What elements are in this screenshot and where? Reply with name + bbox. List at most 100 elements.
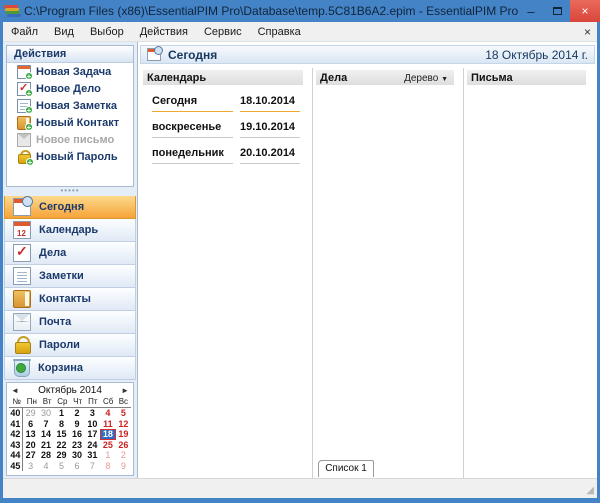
- next-month-icon[interactable]: ►: [117, 386, 129, 395]
- todo-list-tab[interactable]: Список 1: [318, 460, 374, 477]
- minimize-button[interactable]: –: [518, 0, 544, 22]
- close-button[interactable]: ×: [570, 0, 600, 22]
- mail-icon: [13, 313, 31, 331]
- nav-item[interactable]: Контакты: [4, 288, 136, 311]
- title-bar[interactable]: C:\Program Files (x86)\EssentialPIM Pro\…: [0, 0, 600, 22]
- calendar-entry-row[interactable]: Сегодня 18.10.2014: [152, 95, 300, 112]
- calendar-column-title: Календарь: [147, 72, 206, 84]
- day-header: Вт: [40, 397, 55, 407]
- sidebar-splitter[interactable]: •••••: [3, 188, 137, 196]
- calendar-day-cell[interactable]: 14: [38, 429, 53, 440]
- resize-grip-icon[interactable]: ◢: [586, 485, 594, 496]
- nav-item[interactable]: Корзина: [4, 357, 136, 380]
- calendar-day-cell[interactable]: 29: [54, 450, 69, 461]
- calendar-day-cell[interactable]: 25: [100, 440, 115, 451]
- action-item[interactable]: + Новая Задача: [7, 63, 133, 80]
- calendar-entry-label: воскресенье: [152, 121, 233, 138]
- calendar-day-cell[interactable]: 30: [69, 450, 84, 461]
- new-note-icon: +: [17, 99, 31, 113]
- nav-item[interactable]: Почта: [4, 311, 136, 334]
- calendar-day-cell[interactable]: 7: [85, 461, 100, 472]
- calendar-day-cell[interactable]: 8: [100, 461, 115, 472]
- action-item[interactable]: + Новое Дело: [7, 80, 133, 97]
- action-item[interactable]: + Новое письмо: [7, 131, 133, 148]
- action-item[interactable]: + Новый Контакт: [7, 114, 133, 131]
- calendar-day-cell[interactable]: 1: [100, 450, 115, 461]
- menu-item[interactable]: Справка: [250, 23, 309, 41]
- calendar-icon: [13, 221, 31, 239]
- calendar-day-cell[interactable]: 7: [38, 419, 53, 430]
- menu-close-icon[interactable]: ×: [580, 25, 595, 39]
- view-title: Сегодня: [168, 48, 217, 62]
- calendar-day-cell[interactable]: 22: [54, 440, 69, 451]
- nav-item[interactable]: Сегодня: [4, 196, 136, 219]
- calendar-entry-row[interactable]: понедельник 20.10.2014: [152, 147, 300, 164]
- today-view-header: Сегодня 18 Октябрь 2014 г.: [140, 45, 595, 64]
- calendar-day-cell[interactable]: 12: [116, 419, 131, 430]
- calendar-day-cell[interactable]: 21: [38, 440, 53, 451]
- calendar-day-cell[interactable]: 1: [54, 408, 69, 419]
- calendar-day-cell[interactable]: 30: [38, 408, 53, 419]
- nav-item[interactable]: Пароли: [4, 334, 136, 357]
- todos-view-selector[interactable]: Дерево ▼: [404, 73, 448, 84]
- calendar-day-cell[interactable]: 4: [100, 408, 115, 419]
- calendar-day-cell[interactable]: 6: [69, 461, 84, 472]
- calendar-day-cell[interactable]: 24: [85, 440, 100, 451]
- calendar-day-cell[interactable]: 17: [85, 429, 100, 440]
- menu-item[interactable]: Сервис: [196, 23, 250, 41]
- calendar-day-cell[interactable]: 5: [54, 461, 69, 472]
- calendar-entry-row[interactable]: воскресенье 19.10.2014: [152, 121, 300, 138]
- action-item-label: Новая Заметка: [36, 100, 117, 112]
- day-header: №: [9, 397, 24, 407]
- calendar-week-row: 40 29 30 1 2 3 4 5: [9, 408, 131, 419]
- week-number: 42: [9, 429, 23, 440]
- calendar-day-cell[interactable]: 27: [23, 450, 38, 461]
- menu-item[interactable]: Файл: [3, 23, 46, 41]
- menu-item[interactable]: Действия: [132, 23, 196, 41]
- calendar-day-cell[interactable]: 6: [23, 419, 38, 430]
- calendar-day-cell[interactable]: 9: [116, 461, 131, 472]
- calendar-day-cell[interactable]: 11: [100, 419, 115, 430]
- calendar-day-cell[interactable]: 3: [85, 408, 100, 419]
- module-nav: Сегодня Календарь Дела Заметки: [4, 196, 136, 380]
- calendar-day-cell[interactable]: 26: [116, 440, 131, 451]
- day-header: Пн: [24, 397, 39, 407]
- calendar-day-cell[interactable]: 23: [69, 440, 84, 451]
- calendar-day-cell[interactable]: 3: [23, 461, 38, 472]
- calendar-day-cell[interactable]: 13: [23, 429, 38, 440]
- menu-bar: Файл Вид Выбор Действия Сервис Справка: [3, 22, 597, 42]
- calendar-week-row: 43 20 21 22 23 24 25 26: [9, 440, 131, 451]
- passwords-icon: [13, 336, 31, 354]
- nav-item-label: Заметки: [39, 270, 84, 282]
- prev-month-icon[interactable]: ◄: [11, 386, 23, 395]
- calendar-day-cell[interactable]: 15: [54, 429, 69, 440]
- calendar-day-cell[interactable]: 8: [54, 419, 69, 430]
- calendar-day-cell[interactable]: 18: [100, 429, 115, 440]
- calendar-day-cell[interactable]: 19: [116, 429, 131, 440]
- nav-item[interactable]: Календарь: [4, 219, 136, 242]
- calendar-day-cell[interactable]: 29: [23, 408, 38, 419]
- maximize-button[interactable]: [544, 0, 570, 22]
- nav-item-label: Календарь: [39, 224, 98, 236]
- menu-item[interactable]: Вид: [46, 23, 82, 41]
- calendar-day-cell[interactable]: 28: [38, 450, 53, 461]
- calendar-day-cell[interactable]: 2: [116, 450, 131, 461]
- action-item-label: Новое Дело: [36, 83, 101, 95]
- essentialpim-window: C:\Program Files (x86)\EssentialPIM Pro\…: [0, 0, 600, 503]
- nav-item[interactable]: Заметки: [4, 265, 136, 288]
- calendar-day-cell[interactable]: 20: [23, 440, 38, 451]
- calendar-entry-date: 19.10.2014: [240, 121, 300, 138]
- calendar-day-cell[interactable]: 4: [38, 461, 53, 472]
- action-item[interactable]: + Новый Пароль: [7, 148, 133, 165]
- action-item[interactable]: + Новая Заметка: [7, 97, 133, 114]
- menu-item[interactable]: Выбор: [82, 23, 132, 41]
- calendar-day-cell[interactable]: 31: [85, 450, 100, 461]
- calendar-day-cell[interactable]: 10: [85, 419, 100, 430]
- day-header: Ср: [55, 397, 70, 407]
- calendar-day-cell[interactable]: 5: [116, 408, 131, 419]
- calendar-day-cell[interactable]: 9: [69, 419, 84, 430]
- calendar-day-cell[interactable]: 16: [69, 429, 84, 440]
- week-number: 45: [9, 461, 23, 472]
- nav-item[interactable]: Дела: [4, 242, 136, 265]
- calendar-day-cell[interactable]: 2: [69, 408, 84, 419]
